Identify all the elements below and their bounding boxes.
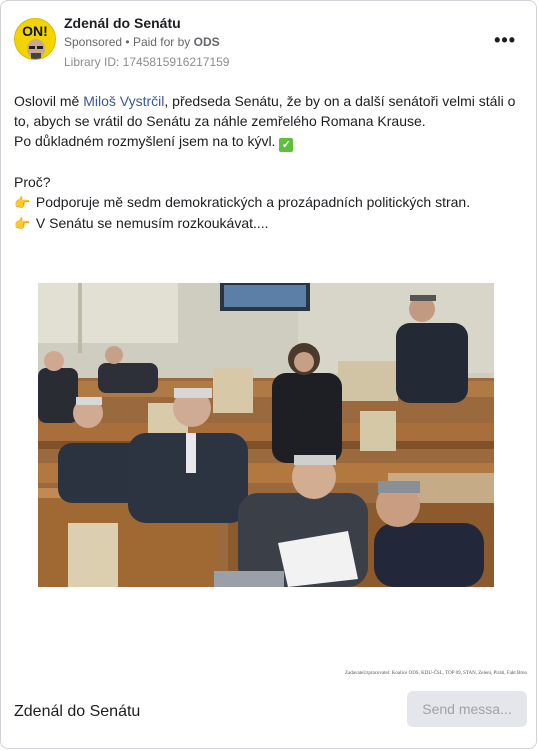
bullet-text: V Senátu se nemusím rozkoukávat....	[32, 215, 269, 231]
footer-page-name: Zdenál do Senátu	[14, 703, 141, 720]
page-name-link[interactable]: Zdenál do Senátu	[64, 15, 181, 31]
body-paragraph-2: Po důkladném rozmyšlení jsem na to kývl.…	[14, 131, 526, 152]
bullet-1: 👉 Podporuje mě sedm demokratických a pro…	[14, 192, 526, 213]
ad-image[interactable]	[38, 283, 494, 587]
paid-for-label: Paid for by	[132, 35, 191, 49]
sponsor-name: ODS	[193, 35, 220, 49]
pointing-hand-icon: 👉	[14, 195, 31, 210]
library-id: Library ID: 1745815916217159	[64, 55, 230, 69]
sponsored-line: Sponsored • Paid for by ODS	[64, 35, 220, 49]
text-segment: Oslovil mě	[14, 93, 84, 109]
ad-card: ON! Zdenál do Senátu Sponsored • Paid fo…	[0, 0, 537, 749]
check-mark-icon: ✓	[279, 138, 294, 152]
send-message-button[interactable]: Send messa...	[407, 691, 527, 727]
more-horizontal-icon[interactable]: •••	[494, 31, 516, 49]
image-credit: Zadavatel/zpracovatel: Koalice ODS, KDU-…	[345, 671, 527, 676]
ad-body-text: Oslovil mě Miloš Vystrčil, předseda Sená…	[14, 91, 526, 234]
bullet-text: Podporuje mě sedm demokratických a prozá…	[32, 194, 471, 210]
separator-dot: •	[125, 35, 133, 49]
sponsored-label: Sponsored	[64, 35, 123, 49]
text-segment: Po důkladném rozmyšlení jsem na to kývl.	[14, 133, 280, 149]
page-avatar[interactable]: ON!	[14, 18, 56, 60]
bullet-2: 👉 V Senátu se nemusím rozkoukávat....	[14, 213, 526, 234]
avatar-logo-text: ON!	[22, 23, 48, 39]
why-heading: Proč?	[14, 174, 51, 190]
body-paragraph-1: Oslovil mě Miloš Vystrčil, předseda Sená…	[14, 91, 526, 131]
mention-link[interactable]: Miloš Vystrčil	[83, 93, 164, 109]
pointing-hand-icon: 👉	[14, 216, 31, 231]
